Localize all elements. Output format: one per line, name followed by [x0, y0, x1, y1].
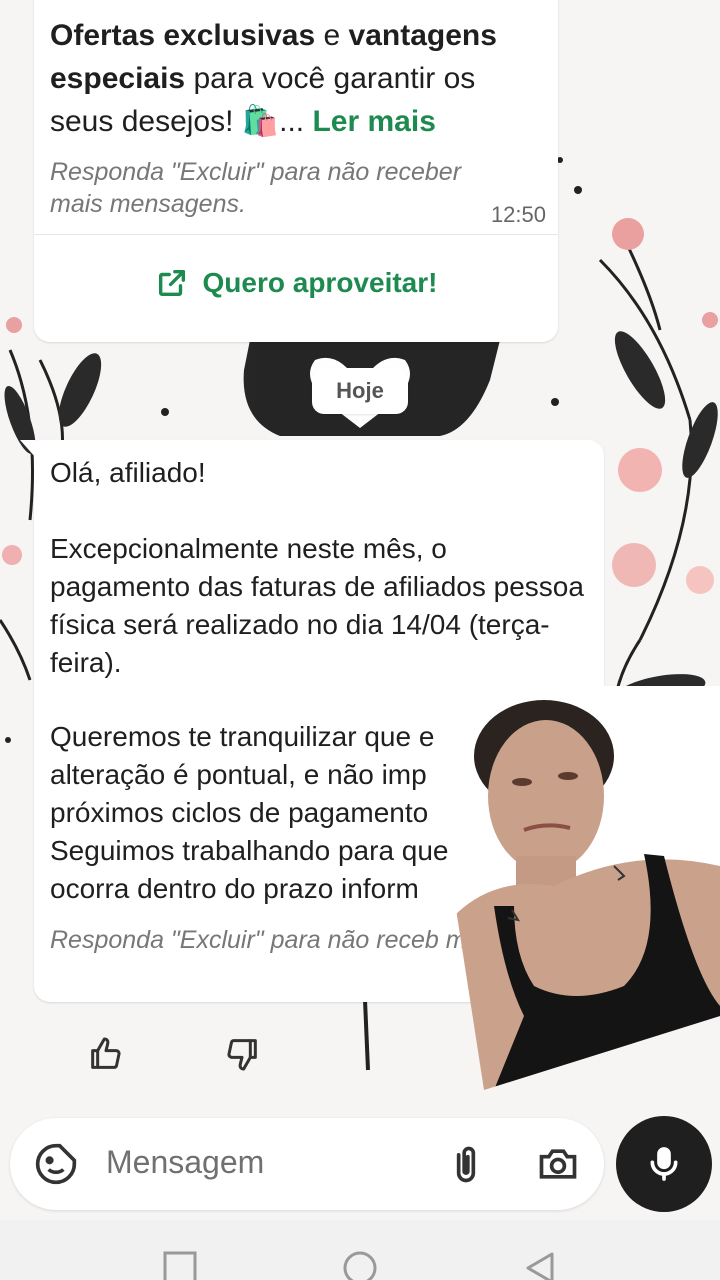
date-chip: Hoje: [312, 368, 408, 414]
system-navigation-bar: [0, 1220, 720, 1280]
divider: [34, 234, 558, 235]
promo-text-mid: e: [315, 19, 349, 52]
home-icon[interactable]: [342, 1250, 378, 1280]
read-more-link[interactable]: Ler mais: [312, 105, 435, 138]
thumbs-up-icon[interactable]: [86, 1034, 126, 1074]
message-greeting: Olá, afiliado!: [50, 457, 206, 488]
message-composer: Mensagem: [10, 1118, 604, 1210]
back-icon[interactable]: [522, 1250, 558, 1280]
promo-message-bubble: Ofertas exclusivas e vantagens especiais…: [34, 0, 558, 342]
paperclip-icon[interactable]: [444, 1142, 488, 1186]
message-paragraph-1: Excepcionalmente neste mês, o pagamento …: [50, 533, 584, 678]
promo-action-label: Quero aproveitar!: [202, 267, 438, 298]
promo-message-text: Ofertas exclusivas e vantagens especiais…: [50, 14, 520, 143]
message-timestamp: 12:50: [490, 202, 546, 227]
message-input[interactable]: Mensagem: [106, 1144, 264, 1181]
external-link-icon: [158, 269, 185, 297]
message-reactions: [86, 1034, 262, 1074]
sticker-icon[interactable]: [34, 1142, 78, 1186]
camera-icon[interactable]: [536, 1142, 580, 1186]
microphone-icon: [650, 1147, 678, 1181]
microphone-button[interactable]: [616, 1116, 712, 1212]
recents-icon[interactable]: [162, 1250, 198, 1280]
thumbs-down-icon[interactable]: [222, 1034, 262, 1074]
unsubscribe-note: Responda "Excluir" para não receber mais…: [50, 158, 462, 218]
promo-bold-1: Ofertas exclusivas: [50, 19, 316, 52]
promo-action-button[interactable]: Quero aproveitar!: [34, 252, 558, 314]
video-overlay-person: [454, 686, 720, 1090]
